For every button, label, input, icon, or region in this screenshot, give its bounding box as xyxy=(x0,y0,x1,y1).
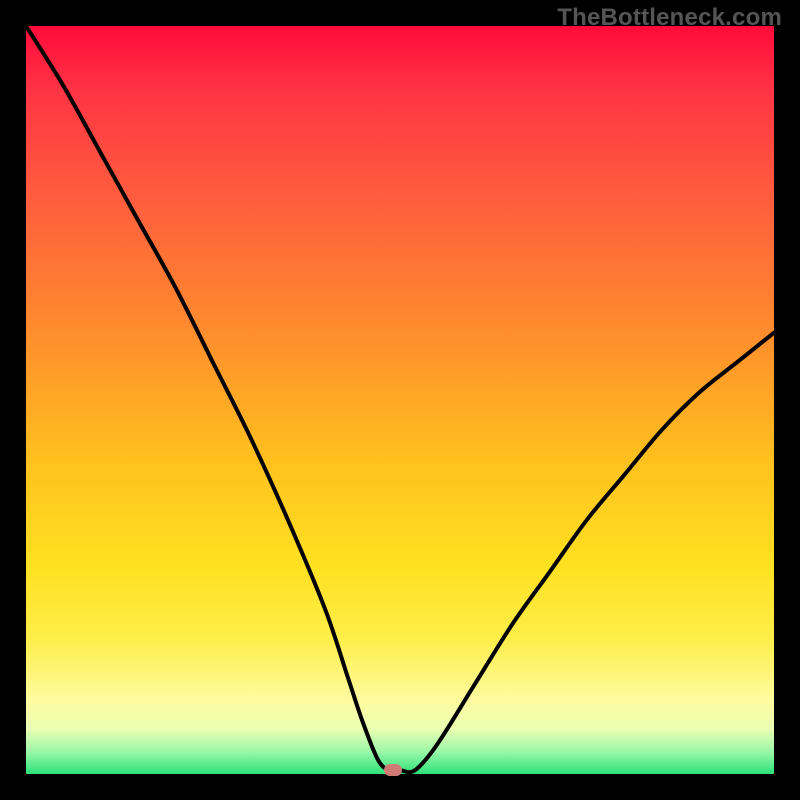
chart-frame: TheBottleneck.com xyxy=(0,0,800,800)
plot-area xyxy=(26,26,774,774)
bottleneck-curve xyxy=(26,26,774,772)
curve-svg xyxy=(26,26,774,774)
optimal-point-marker xyxy=(384,764,402,776)
